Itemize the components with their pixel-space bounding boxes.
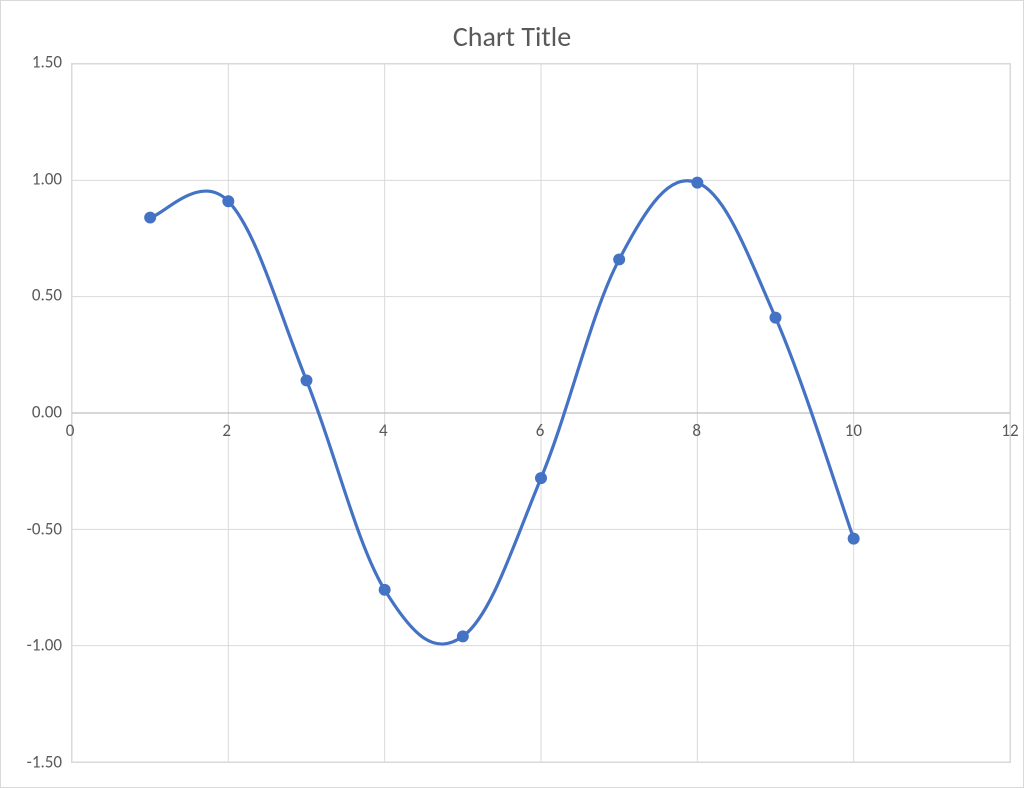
- chart-svg: [72, 64, 1010, 762]
- x-tick-label: 8: [692, 420, 701, 441]
- x-tick-label: 2: [222, 420, 231, 441]
- data-marker: [770, 312, 782, 324]
- data-marker: [144, 212, 156, 224]
- x-tick-label: 10: [845, 420, 862, 441]
- chart-title: Chart Title: [1, 19, 1023, 54]
- data-marker: [457, 630, 469, 642]
- data-marker: [379, 584, 391, 596]
- y-tick-label: -1.00: [12, 635, 62, 656]
- x-tick-label: 4: [379, 420, 388, 441]
- y-tick-label: 1.50: [12, 52, 62, 73]
- plot-area: [71, 63, 1011, 763]
- x-tick-label: 0: [66, 420, 75, 441]
- data-marker: [613, 253, 625, 265]
- y-tick-label: -0.50: [12, 518, 62, 539]
- x-tick-label: 6: [536, 420, 545, 441]
- y-tick-label: 0.50: [12, 285, 62, 306]
- data-marker: [222, 195, 234, 207]
- y-tick-label: 0.00: [12, 402, 62, 423]
- x-tick-label: 12: [1001, 420, 1018, 441]
- y-tick-label: -1.50: [12, 752, 62, 773]
- chart-container: Chart Title: [0, 0, 1024, 788]
- data-marker: [535, 472, 547, 484]
- data-marker: [301, 374, 313, 386]
- data-marker: [691, 177, 703, 189]
- data-marker: [848, 533, 860, 545]
- y-tick-label: 1.00: [12, 168, 62, 189]
